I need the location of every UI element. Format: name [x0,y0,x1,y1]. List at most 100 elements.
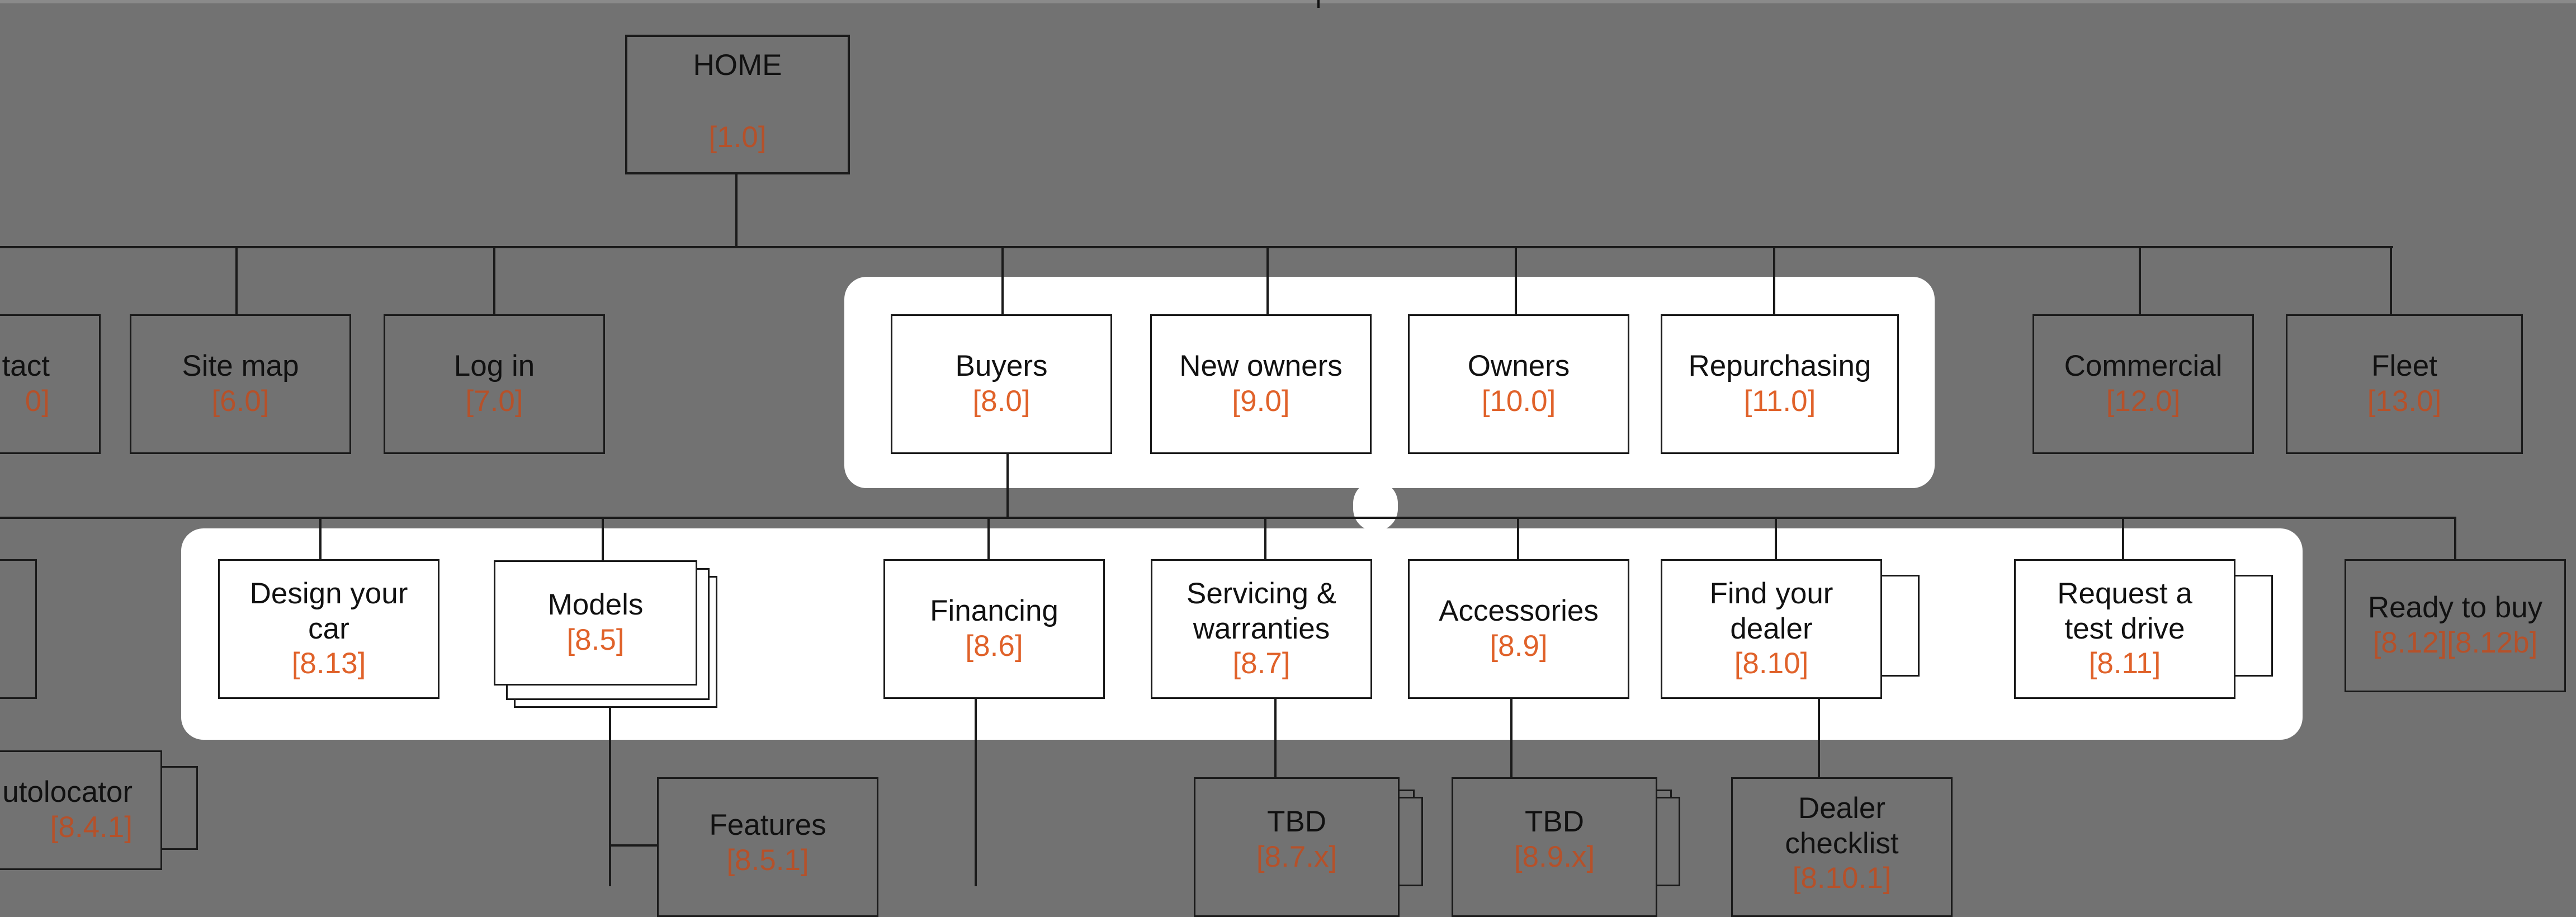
node-design-your-car[interactable]: Design your car [8.13] [218,559,439,699]
node-log-in[interactable]: Log in [7.0] [384,314,605,454]
node-code: [8.0] [972,385,1031,418]
node-request-test-drive[interactable]: Request a test drive [8.11] [2014,559,2235,699]
top-tick [1317,0,1320,8]
node-title: Accessories [1439,594,1599,628]
node-site-map[interactable]: Site map [6.0] [130,314,351,454]
node-code: [8.5] [566,623,625,656]
node-servicing-warranties[interactable]: Servicing & warranties [8.7] [1151,559,1372,699]
node-title: Commercial [2064,349,2223,383]
node-code: [8.10.1] [1792,862,1892,895]
node-title: Request a test drive [2057,577,2192,645]
node-title: HOME [693,49,782,82]
sitemap-diagram: HOME [1.0] tact 0] Site map [6.0] Log in… [0,0,2576,917]
connector-line [2454,517,2456,560]
connector-line [1515,246,1517,315]
node-commercial[interactable]: Commercial [12.0] [2033,314,2254,454]
connector-line [1510,699,1512,778]
node-new-owners[interactable]: New owners [9.0] [1150,314,1372,454]
node-code: [13.0] [2367,385,2442,418]
node-code: [7.0] [465,385,523,418]
node-code: [11.0] [1743,385,1816,418]
connector-line [1274,699,1277,778]
node-code: [8.9.x] [1514,840,1595,873]
node-title: New owners [1179,349,1343,383]
node-contact[interactable]: tact 0] [0,314,101,454]
connector-line [1006,453,1009,518]
node-title: Servicing & warranties [1186,577,1337,645]
node-code: [8.11] [2088,647,2161,680]
node-code: [9.0] [1232,385,1290,418]
node-financing[interactable]: Financing [8.6] [883,559,1105,699]
node-find-your-dealer[interactable]: Find your dealer [8.10] [1661,559,1882,699]
node-code: [10.0] [1481,385,1556,418]
connector-line [609,706,611,886]
node-code: 0] [25,385,50,418]
node-code: [8.5.1] [726,843,809,877]
node-owners[interactable]: Owners [10.0] [1408,314,1629,454]
node-code: [8.13] [291,647,366,680]
node-code: [8.12][8.12b] [2372,626,2538,659]
connector-line [2122,517,2124,560]
node-title: Design your car [249,577,408,645]
node-title: Buyers [955,349,1048,383]
node-models[interactable]: Models [8.5] [494,560,697,686]
connector-line [1775,517,1777,560]
node-code: [8.9] [1490,630,1548,663]
node-code: [8.7] [1232,647,1291,680]
connector-line [602,517,604,560]
node-accessories[interactable]: Accessories [8.9] [1408,559,1629,699]
connector-line [1001,246,1004,315]
connector-line [493,246,495,315]
node-home[interactable]: HOME [1.0] [625,35,850,174]
node-code: [1.0] [708,120,767,154]
node-tbd-accessories[interactable]: TBD [8.9.x] [1452,777,1657,917]
connector-line [319,517,322,560]
node-dealer-checklist[interactable]: Dealer checklist [8.10.1] [1731,777,1953,917]
node-title: Models [547,588,644,622]
connector-line [1773,246,1775,315]
node-title: Owners [1467,349,1570,383]
node-title: Log in [453,349,535,383]
connector-line [609,844,657,847]
connector-line [2139,246,2141,315]
connector-line [1266,246,1269,315]
node-features[interactable]: Features [8.5.1] [657,777,878,917]
node-title: Dealer checklist [1785,792,1899,860]
connector-line [1517,517,1519,560]
connector-line [987,517,990,560]
node-title: Fleet [2371,349,2437,383]
connector-line [0,246,2393,248]
node-title: Site map [182,349,299,383]
node-partial-left[interactable] [0,559,37,699]
node-code: [6.0] [211,385,270,418]
connector-line [1264,517,1266,560]
node-ready-to-buy[interactable]: Ready to buy [8.12][8.12b] [2345,559,2566,692]
node-title: Find your dealer [1709,577,1833,645]
connector-line [235,246,238,315]
node-tbd-servicing[interactable]: TBD [8.7.x] [1194,777,1400,917]
node-title: Repurchasing [1688,349,1871,383]
highlight-panel-bridge [1353,481,1398,531]
node-autolocator[interactable]: utolocator [8.4.1] [0,750,162,870]
node-code: [8.4.1] [50,811,133,844]
node-code: [8.10] [1734,647,1809,680]
node-title: TBD [1267,805,1326,838]
node-title: utolocator [2,776,133,809]
node-title: TBD [1525,805,1584,838]
node-repurchasing[interactable]: Repurchasing [11.0] [1661,314,1899,454]
connector-line [1818,699,1820,778]
node-code: [8.7.x] [1256,840,1337,873]
top-border [0,0,2576,3]
connector-line [975,699,977,886]
node-buyers[interactable]: Buyers [8.0] [891,314,1112,454]
node-title: Ready to buy [2367,591,2543,625]
node-code: [8.6] [965,630,1023,663]
connector-line [2390,246,2392,315]
node-fleet[interactable]: Fleet [13.0] [2286,314,2523,454]
node-title: Financing [930,594,1058,628]
connector-line [0,517,2456,519]
node-title: Features [709,809,826,842]
connector-line [735,173,738,247]
node-code: [12.0] [2106,385,2181,418]
node-title: tact [2,349,50,383]
